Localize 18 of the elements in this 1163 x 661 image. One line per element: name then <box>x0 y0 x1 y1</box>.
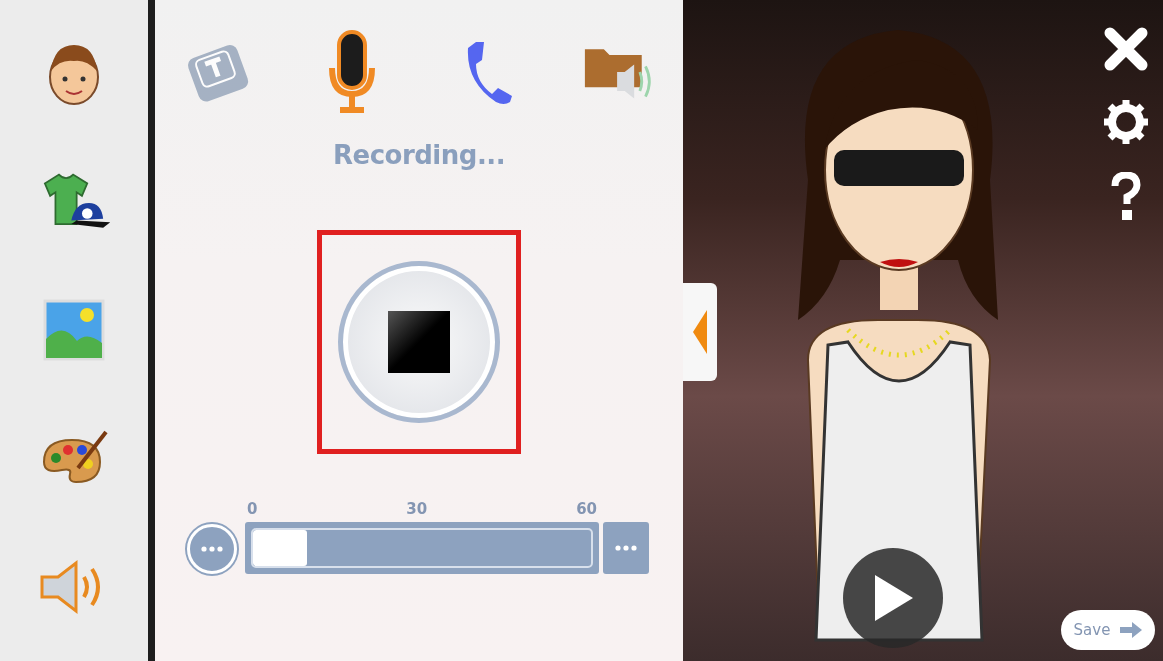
timeline-tick-label: 60 <box>576 500 597 518</box>
save-button[interactable]: Save <box>1061 610 1155 650</box>
help-icon <box>1111 172 1141 222</box>
close-button[interactable] <box>1103 26 1149 72</box>
arrow-right-icon <box>1120 622 1143 638</box>
stop-icon <box>388 311 450 373</box>
triangle-left-icon <box>693 310 707 354</box>
landscape-picture-icon <box>43 299 105 362</box>
recording-status: Recording... <box>333 140 505 170</box>
timeline-tick-label: 0 <box>247 500 258 518</box>
close-icon <box>1103 26 1149 72</box>
settings-button[interactable] <box>1104 100 1148 144</box>
help-button[interactable] <box>1111 172 1141 222</box>
more-icon <box>201 546 223 552</box>
settings-icon <box>1104 100 1148 144</box>
timeline-tick-label: 30 <box>406 500 428 518</box>
round-more-button[interactable] <box>187 524 237 574</box>
more-icon <box>615 545 637 551</box>
